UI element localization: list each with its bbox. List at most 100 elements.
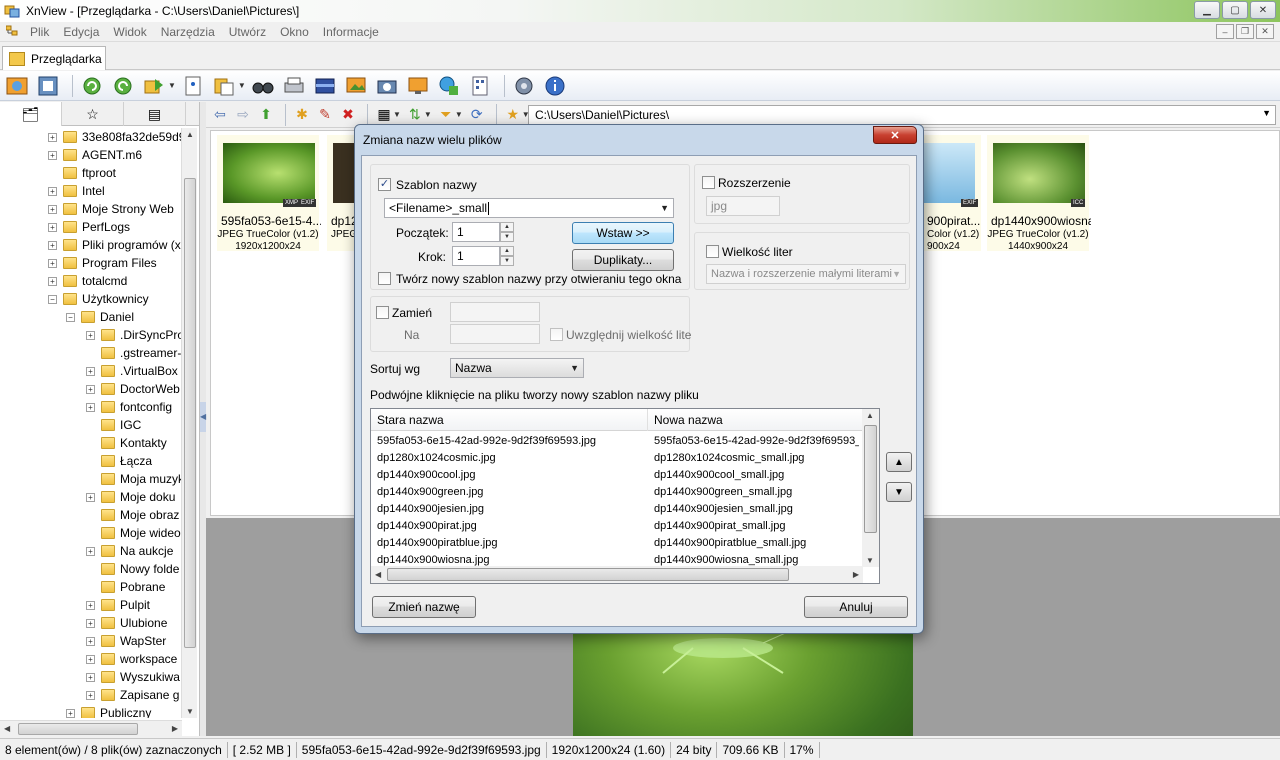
case-dropdown-icon[interactable]: ▼: [892, 269, 901, 279]
web-icon[interactable]: [436, 73, 462, 99]
capture-icon[interactable]: [374, 73, 400, 99]
expand-icon[interactable]: +: [86, 636, 95, 646]
tree-item[interactable]: + Pliki programów (x: [48, 236, 181, 254]
list-item[interactable]: dp1280x1024cosmic.jpg dp1280x1024cosmic_s…: [371, 450, 863, 467]
back-arrow-icon[interactable]: ⇦: [210, 105, 230, 125]
scroll-down-icon[interactable]: ▼: [866, 556, 874, 565]
tree-item[interactable]: Moje obraz: [86, 506, 179, 524]
sort-combobox[interactable]: Nazwa ▼: [450, 358, 584, 378]
path-combobox[interactable]: C:\Users\Daniel\Pictures\ ▼: [528, 105, 1276, 125]
tree-horizontal-scrollbar[interactable]: ◀ ▶: [0, 720, 182, 736]
list-scroll-thumb[interactable]: [864, 425, 877, 533]
scan-icon[interactable]: [312, 73, 338, 99]
list-item[interactable]: dp1440x900piratblue.jpg dp1440x900piratbl…: [371, 535, 863, 552]
refresh-icon[interactable]: [79, 73, 105, 99]
expand-icon[interactable]: +: [86, 618, 95, 628]
sort-icon[interactable]: ⇅: [405, 105, 425, 125]
thumbnail-item[interactable]: ICC dp1440x900wiosna JPEG TrueColor (v1.…: [987, 135, 1091, 252]
cancel-button[interactable]: Anuluj: [804, 596, 908, 618]
list-item[interactable]: dp1440x900jesien.jpg dp1440x900jesien_sma…: [371, 501, 863, 518]
list-horizontal-scrollbar[interactable]: ◀ ▶: [371, 566, 863, 583]
case-checkbox[interactable]: [706, 245, 719, 258]
dialog-close-button[interactable]: ✕: [873, 126, 917, 144]
parent-folder-icon[interactable]: ⬆: [256, 105, 276, 125]
filter-dropdown-icon[interactable]: ▼: [455, 110, 463, 119]
desktop-icon[interactable]: [405, 73, 431, 99]
scroll-up-icon[interactable]: ▲: [186, 130, 194, 139]
tree-item[interactable]: + Wyszukiwa: [86, 668, 180, 686]
new-folder-icon[interactable]: ✱: [292, 105, 312, 125]
expand-icon[interactable]: +: [86, 672, 95, 682]
tree-item[interactable]: + Program Files: [48, 254, 157, 272]
menu-edycja[interactable]: Edycja: [63, 25, 99, 39]
expand-icon[interactable]: +: [48, 240, 57, 250]
expand-icon[interactable]: +: [48, 222, 57, 232]
menu-okno[interactable]: Okno: [280, 25, 309, 39]
tree-item[interactable]: + workspace: [86, 650, 177, 668]
tree-scroll-thumb[interactable]: [184, 178, 196, 648]
print-icon[interactable]: [281, 73, 307, 99]
tree-item[interactable]: + Na aukcje: [86, 542, 173, 560]
tree-item[interactable]: ftproot: [48, 164, 116, 182]
view-mode-icon[interactable]: ▦: [374, 105, 394, 125]
scroll-right-icon[interactable]: ▶: [853, 570, 859, 579]
tree-item[interactable]: + Moje Strony Web: [48, 200, 174, 218]
extension-checkbox[interactable]: [702, 176, 715, 189]
spin-down-icon[interactable]: ▼: [500, 256, 514, 266]
move-to-icon[interactable]: [141, 73, 167, 99]
case-combobox[interactable]: Nazwa i rozszerzenie małymi literami ▼: [706, 264, 906, 284]
tree-item[interactable]: + AGENT.m6: [48, 146, 142, 164]
menu-utworz[interactable]: Utwórz: [229, 25, 266, 39]
replace-checkbox[interactable]: [376, 306, 389, 319]
slideshow-icon[interactable]: [343, 73, 369, 99]
mdi-restore-button[interactable]: ❐: [1236, 24, 1254, 39]
replace-input[interactable]: [450, 302, 540, 322]
column-new-name[interactable]: Nowa nazwa: [648, 409, 863, 431]
tree-item[interactable]: + fontconfig: [86, 398, 172, 416]
scroll-up-icon[interactable]: ▲: [866, 411, 874, 420]
expand-icon[interactable]: +: [66, 708, 75, 718]
start-input[interactable]: 1: [452, 222, 500, 242]
collapse-icon[interactable]: −: [66, 312, 75, 322]
tree-item[interactable]: + Intel: [48, 182, 105, 200]
tree-item[interactable]: Kontakty: [86, 434, 167, 452]
batch-icon[interactable]: [467, 73, 493, 99]
categories-tab-icon[interactable]: ▤: [124, 102, 186, 126]
tree-item[interactable]: − Daniel: [66, 308, 134, 326]
tree-menu-icon[interactable]: [5, 25, 22, 39]
tree-item[interactable]: Moja muzyk: [86, 470, 182, 488]
tree-item[interactable]: − Użytkownicy: [48, 290, 149, 308]
expand-icon[interactable]: +: [48, 276, 57, 286]
tree-item[interactable]: + Zapisane g: [86, 686, 179, 704]
menu-plik[interactable]: Plik: [30, 25, 49, 39]
rename-icon[interactable]: ✎: [315, 105, 335, 125]
expand-icon[interactable]: +: [86, 366, 95, 376]
thumbnail-item[interactable]: EXIF 900pirat... Color (v1.2) 900x24: [923, 135, 981, 251]
expand-icon[interactable]: +: [86, 546, 95, 556]
spin-up-icon[interactable]: ▲: [500, 222, 514, 232]
properties-icon[interactable]: [180, 73, 206, 99]
column-old-name[interactable]: Stara nazwa: [371, 409, 648, 431]
forward-arrow-icon[interactable]: ⇨: [233, 105, 253, 125]
tree-item[interactable]: Nowy folde: [86, 560, 179, 578]
list-item[interactable]: dp1440x900cool.jpg dp1440x900cool_small.j…: [371, 467, 863, 484]
expand-icon[interactable]: +: [86, 690, 95, 700]
fullscreen-icon[interactable]: [35, 73, 61, 99]
spin-down-icon[interactable]: ▼: [500, 232, 514, 242]
collapse-arrow-icon[interactable]: ◀: [200, 402, 206, 432]
insert-button[interactable]: Wstaw >>: [572, 222, 674, 244]
tree-item[interactable]: + Ulubione: [86, 614, 167, 632]
rotate-icon[interactable]: [110, 73, 136, 99]
replace-with-input[interactable]: [450, 324, 540, 344]
tab-przegladarka[interactable]: Przeglądarka: [2, 46, 106, 70]
expand-icon[interactable]: +: [86, 492, 95, 502]
spin-up-icon[interactable]: ▲: [500, 246, 514, 256]
tree-item[interactable]: + WapSter: [86, 632, 166, 650]
expand-icon[interactable]: +: [48, 132, 57, 142]
collapse-icon[interactable]: −: [48, 294, 57, 304]
extension-input[interactable]: jpg: [706, 196, 780, 216]
scroll-left-icon[interactable]: ◀: [375, 570, 381, 579]
copy-to-icon[interactable]: [211, 73, 237, 99]
tree-item[interactable]: + Pulpit: [86, 596, 150, 614]
match-case-checkbox[interactable]: [550, 328, 563, 341]
